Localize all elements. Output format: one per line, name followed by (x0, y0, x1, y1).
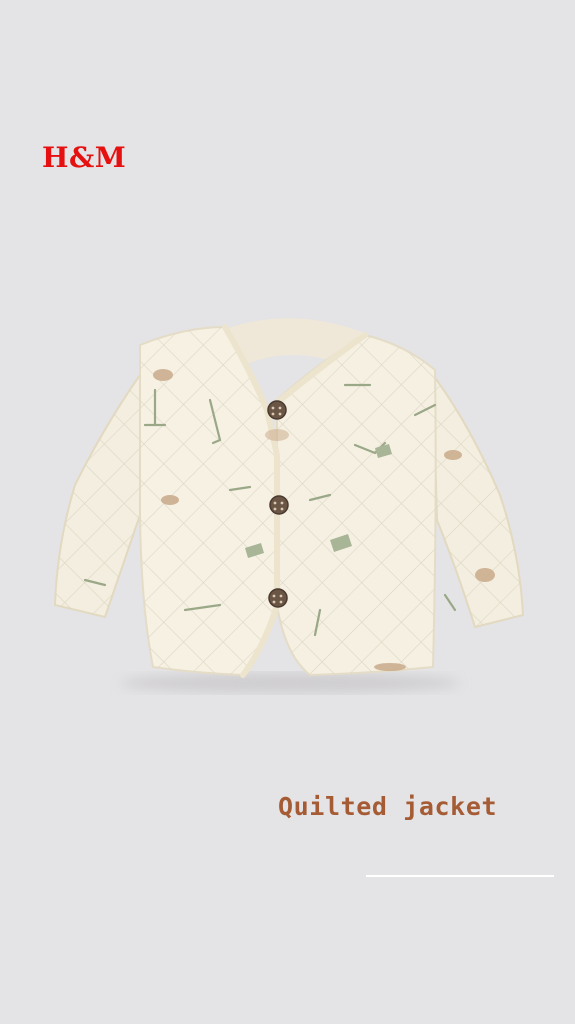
divider (366, 875, 554, 877)
product-image[interactable] (45, 305, 535, 700)
brand-logo: H&M (42, 141, 127, 174)
product-title: Quilted jacket (278, 792, 498, 821)
button-icon (267, 400, 287, 420)
